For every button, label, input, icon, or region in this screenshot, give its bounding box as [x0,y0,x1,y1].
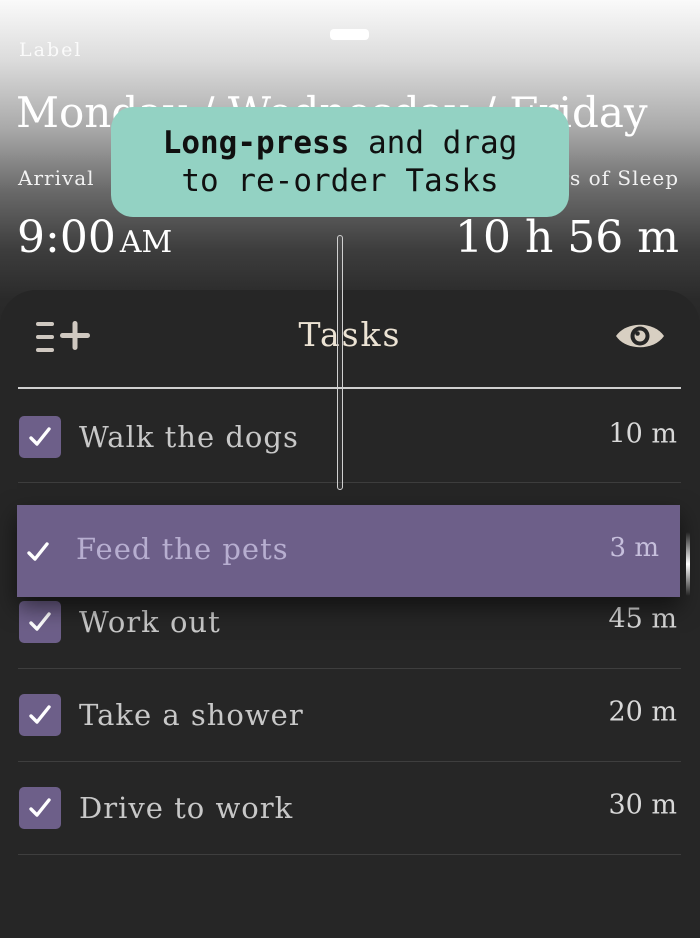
screen: Label Monday / Wednesday / Friday Arriva… [0,0,700,938]
arrival-label: Arrival [18,166,95,190]
task-row[interactable]: Walk the dogs 10 m [0,402,700,472]
checkmark-icon [29,705,51,724]
task-row[interactable]: Work out 45 m [0,587,700,657]
task-duration: 45 m [608,603,677,635]
task-name: Feed the pets [76,532,289,566]
row-divider [18,854,681,855]
visibility-toggle-button[interactable] [614,318,666,354]
dragging-task-row[interactable]: Feed the pets 3 m [17,505,680,597]
reorder-tooltip: Long-press and drag to re-order Tasks [111,107,569,217]
tooltip-text: and drag [349,125,518,161]
arrival-ampm: AM [119,225,173,260]
panel-divider [18,387,681,389]
sleep-duration: 10 h 56 m [455,212,679,263]
task-checkbox[interactable] [19,416,61,458]
scroll-indicator [686,532,690,596]
task-duration: 20 m [608,696,677,728]
task-duration: 30 m [608,789,677,821]
drag-gesture-indicator [337,235,343,490]
panel-title: Tasks [298,315,402,354]
task-name: Drive to work [79,791,294,825]
task-duration: 10 m [608,418,677,450]
arrival-time[interactable]: 9:00 AM [17,212,172,263]
eye-icon [616,324,664,348]
task-row[interactable]: Take a shower 20 m [0,680,700,750]
task-name: Take a shower [79,698,304,732]
row-divider [18,668,681,669]
task-name: Walk the dogs [79,420,299,454]
task-checkbox[interactable] [19,787,61,829]
task-checkbox[interactable] [19,694,61,736]
task-duration: 3 m [609,533,659,563]
checkmark-icon [29,612,51,631]
row-divider [18,482,681,483]
label-caption: Label [19,39,83,61]
task-row[interactable]: Drive to work 30 m [0,773,700,843]
checkmark-icon [27,542,49,561]
task-checkbox[interactable] [19,601,61,643]
checkmark-icon [29,427,51,446]
row-divider [18,761,681,762]
arrival-time-value: 9:00 [17,212,116,263]
tooltip-bold-text: Long-press [162,125,350,161]
checkmark-icon [29,798,51,817]
task-name: Work out [79,605,221,639]
tooltip-text-line2: to re-order Tasks [181,163,499,199]
sheet-drag-handle[interactable] [330,29,369,40]
